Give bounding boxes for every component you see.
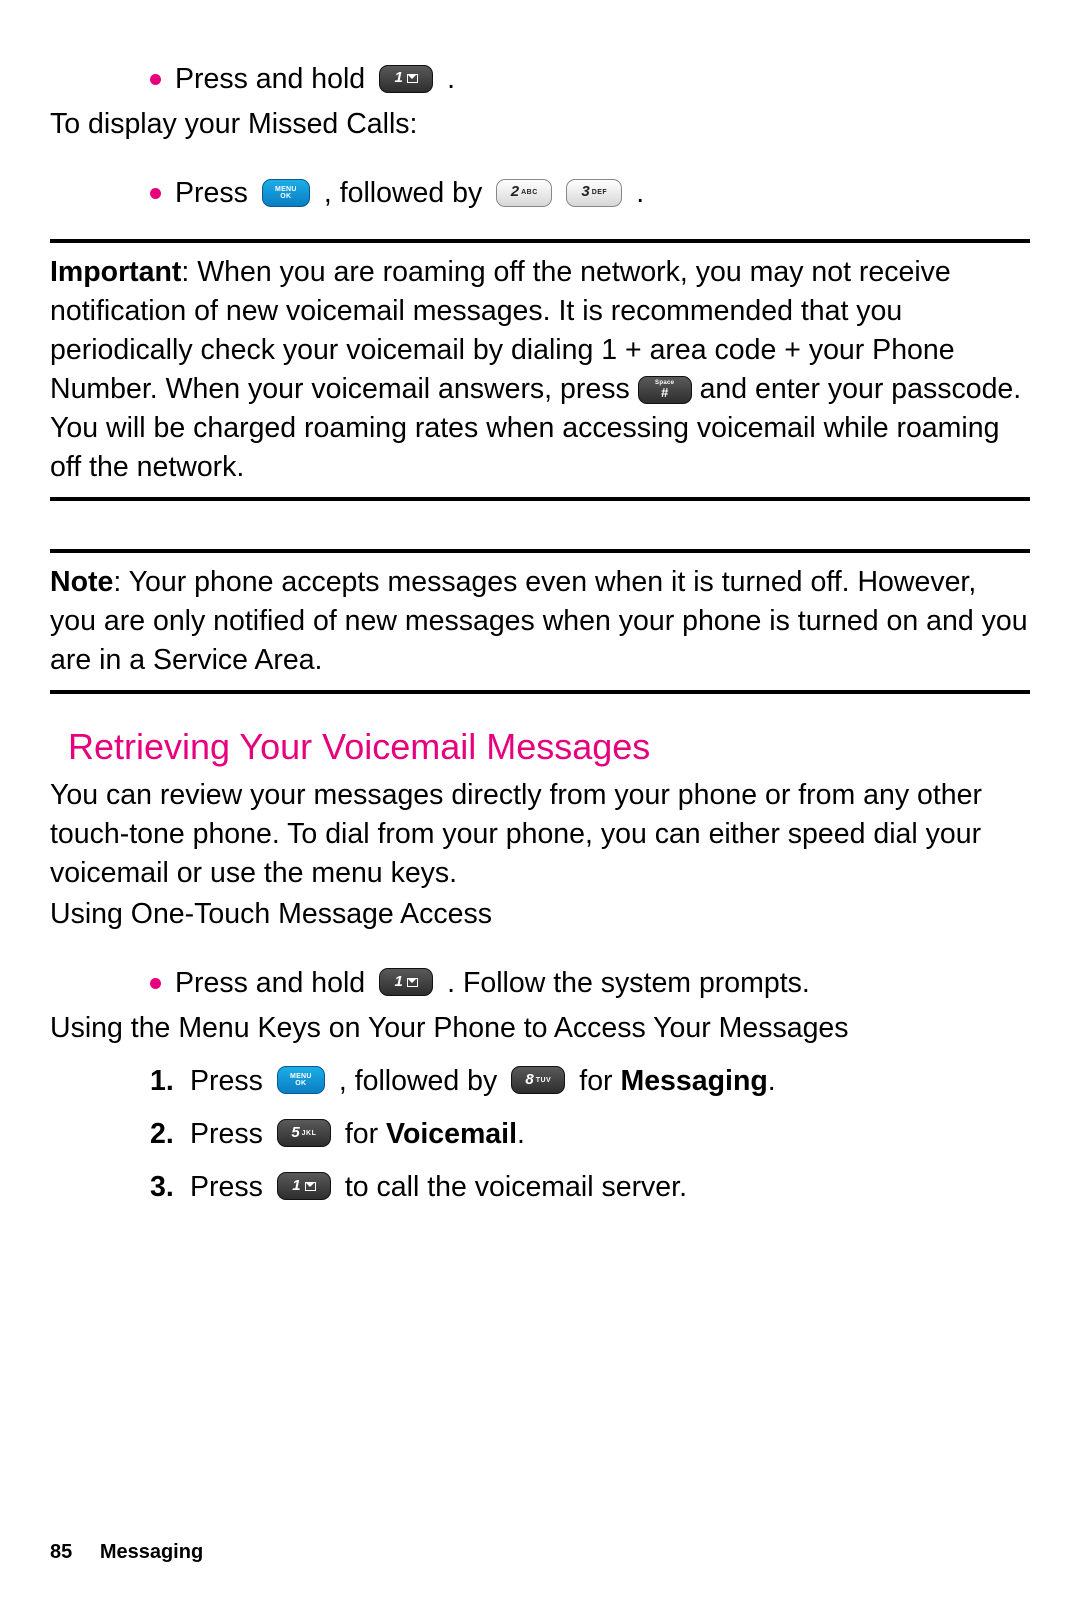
envelope-icon — [305, 1182, 316, 1191]
page-number: 85 — [50, 1541, 72, 1563]
menu-ok-key-icon: MENUOK — [277, 1066, 325, 1094]
important-label: Important — [50, 256, 181, 288]
step-text: for — [579, 1065, 620, 1097]
text-press: Press — [175, 174, 248, 213]
bullet-dot-icon — [150, 74, 161, 85]
step-2: 2. Press 5JKL for Voicemail. — [150, 1115, 1030, 1154]
hash-space-key-icon: Space# — [638, 376, 692, 404]
one-key-icon: 1 — [379, 65, 433, 93]
step-number: 1. — [150, 1062, 176, 1101]
period: . — [636, 174, 644, 213]
steps-list: 1. Press MENUOK , followed by 8TUV for M… — [50, 1062, 1030, 1207]
period: . — [768, 1065, 776, 1097]
one-key-icon: 1 — [379, 968, 433, 996]
onetouch-label: Using One-Touch Message Access — [50, 895, 1030, 934]
period: . — [517, 1118, 525, 1150]
menu-ok-key-icon: MENUOK — [262, 179, 310, 207]
menukeys-label: Using the Menu Keys on Your Phone to Acc… — [50, 1009, 1030, 1048]
step-number: 3. — [150, 1168, 176, 1207]
step-bold: Messaging — [620, 1065, 767, 1097]
missed-calls-label: To display your Missed Calls: — [50, 105, 1030, 144]
step-text: to call the voicemail server. — [345, 1168, 687, 1207]
period: . — [447, 60, 455, 99]
divider — [50, 690, 1030, 694]
text-press-hold: Press and hold — [175, 60, 365, 99]
note-text: : Your phone accepts messages even when … — [50, 566, 1028, 676]
one-key-icon: 1 — [277, 1172, 331, 1200]
manual-page: Press and hold 1 . To display your Misse… — [0, 0, 1080, 1620]
step-text: for — [345, 1118, 386, 1150]
section-heading: Retrieving Your Voicemail Messages — [68, 722, 1030, 771]
step-text: , followed by — [339, 1062, 497, 1101]
divider — [50, 549, 1030, 553]
text-followed-by: , followed by — [324, 174, 482, 213]
step-bold: Voicemail — [386, 1118, 517, 1150]
divider — [50, 497, 1030, 501]
note-block: Note: Your phone accepts messages even w… — [50, 563, 1030, 680]
bullet-press-hold-1: Press and hold 1 . — [150, 60, 1030, 99]
step-number: 2. — [150, 1115, 176, 1154]
envelope-icon — [407, 978, 418, 987]
three-def-key-icon: 3DEF — [566, 179, 622, 207]
step-text: Press — [190, 1115, 263, 1154]
step-3: 3. Press 1 to call the voicemail server. — [150, 1168, 1030, 1207]
bullet-dot-icon — [150, 188, 161, 199]
footer-section-name: Messaging — [100, 1541, 203, 1563]
step-text: Press — [190, 1168, 263, 1207]
divider — [50, 239, 1030, 243]
text-follow-prompts: . Follow the system prompts. — [447, 964, 810, 1003]
step-text: Press — [190, 1062, 263, 1101]
bullet-dot-icon — [150, 978, 161, 989]
page-footer: 85 Messaging — [50, 1539, 203, 1566]
bullet-press-hold-2: Press and hold 1 . Follow the system pro… — [150, 964, 1030, 1003]
envelope-icon — [407, 74, 418, 83]
bullet-press-menu: Press MENUOK , followed by 2ABC 3DEF . — [150, 174, 1030, 213]
section-intro: You can review your messages directly fr… — [50, 776, 1030, 893]
important-block: Important: When you are roaming off the … — [50, 253, 1030, 487]
two-abc-key-icon: 2ABC — [496, 179, 552, 207]
text-press-hold: Press and hold — [175, 964, 365, 1003]
five-jkl-key-icon: 5JKL — [277, 1119, 331, 1147]
step-1: 1. Press MENUOK , followed by 8TUV for M… — [150, 1062, 1030, 1101]
eight-tuv-key-icon: 8TUV — [511, 1066, 565, 1094]
note-label: Note — [50, 566, 113, 598]
